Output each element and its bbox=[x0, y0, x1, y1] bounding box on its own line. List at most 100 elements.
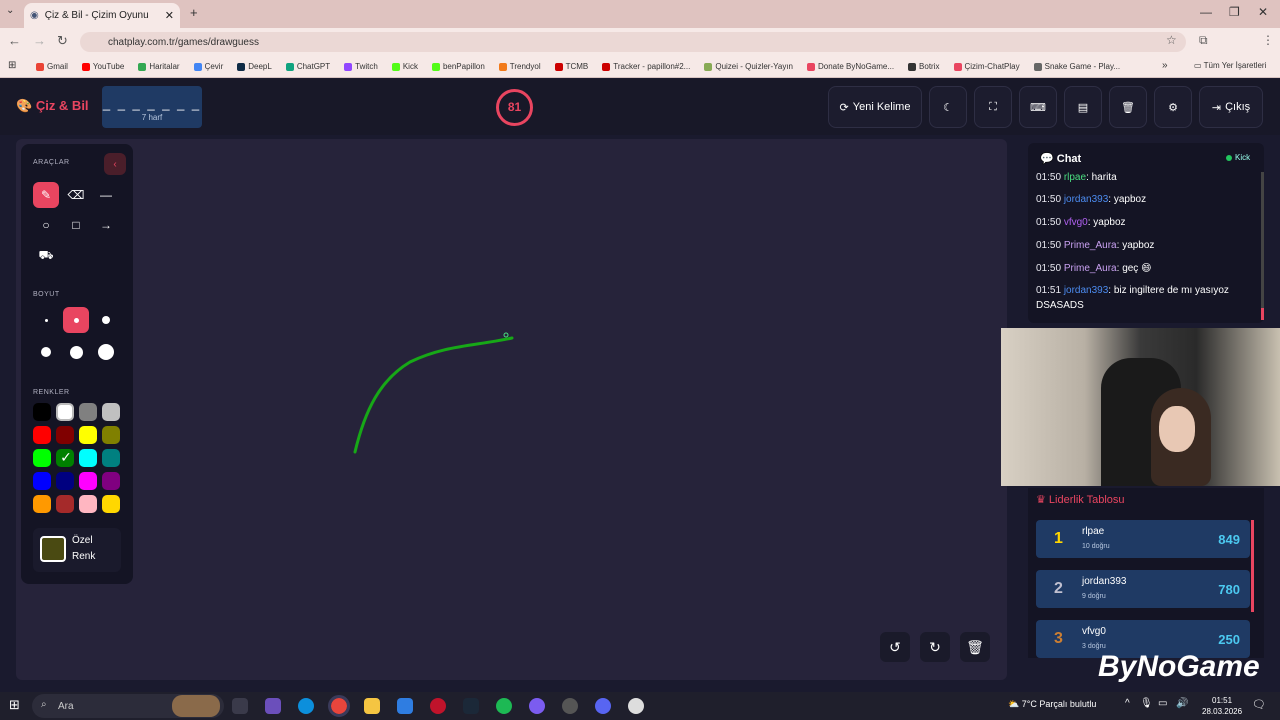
maximize-icon[interactable]: ❐ bbox=[1229, 5, 1240, 19]
microphone-icon[interactable]: 🎙 bbox=[1140, 698, 1153, 709]
task-view-icon[interactable] bbox=[232, 698, 248, 714]
opera-icon[interactable] bbox=[430, 698, 446, 714]
redo-button[interactable]: ↻ bbox=[920, 632, 950, 662]
close-window-icon[interactable]: ✕ bbox=[1258, 5, 1268, 19]
color-swatch[interactable] bbox=[33, 426, 51, 444]
custom-color-swatch bbox=[40, 536, 66, 562]
keyboard-button[interactable]: ⌨ bbox=[1019, 86, 1057, 128]
trash-icon: 🗑 bbox=[1121, 101, 1135, 114]
message-user[interactable]: vfvg0 bbox=[1064, 217, 1088, 228]
size-4[interactable] bbox=[33, 339, 59, 365]
custom-color-button[interactable]: Özel Renk bbox=[33, 528, 121, 572]
menu-icon[interactable]: ⋮ bbox=[1262, 33, 1274, 47]
color-swatch[interactable] bbox=[33, 449, 51, 467]
chrome-icon[interactable] bbox=[328, 695, 350, 717]
color-swatch[interactable] bbox=[33, 403, 51, 421]
fill-tool[interactable]: ⛟ bbox=[33, 243, 59, 269]
check-icon: ✓ bbox=[60, 449, 72, 465]
size-1[interactable] bbox=[33, 307, 59, 333]
line-tool[interactable]: — bbox=[93, 182, 119, 208]
color-swatch[interactable] bbox=[79, 449, 97, 467]
bookmark-star-icon[interactable]: ☆ bbox=[1166, 33, 1177, 47]
size-2[interactable] bbox=[63, 307, 89, 333]
chat-message: 01:50 Prime_Aura: geç 😄 bbox=[1036, 263, 1152, 274]
collapse-panel-button[interactable]: ‹ bbox=[104, 153, 126, 175]
edge-icon[interactable] bbox=[298, 698, 314, 714]
app-icon-gray[interactable] bbox=[562, 698, 578, 714]
color-swatch[interactable] bbox=[102, 403, 120, 421]
steam-icon[interactable] bbox=[463, 698, 479, 714]
clear-canvas-button[interactable]: 🗑 bbox=[960, 632, 990, 662]
app-icon-white[interactable] bbox=[628, 698, 644, 714]
pen-tool[interactable]: ✎ bbox=[33, 182, 59, 208]
eraser-tool[interactable]: ⌫ bbox=[63, 182, 89, 208]
minimize-icon[interactable]: — bbox=[1200, 5, 1212, 19]
size-6[interactable] bbox=[93, 339, 119, 365]
notification-icon[interactable]: 🗨 bbox=[1252, 698, 1266, 711]
message-user[interactable]: Prime_Aura bbox=[1064, 263, 1117, 274]
online-dot-icon bbox=[1226, 154, 1232, 161]
rank: 2 bbox=[1054, 580, 1063, 597]
tray-chevron-icon[interactable]: ^ bbox=[1125, 698, 1130, 709]
player-name: jordan393 bbox=[1082, 576, 1127, 587]
mail-icon[interactable] bbox=[397, 698, 413, 714]
bookmark-item[interactable]: Snake Game - Play... bbox=[1033, 62, 1120, 71]
message-text: yapboz bbox=[1122, 240, 1155, 251]
leaderboard-scrollbar[interactable] bbox=[1251, 520, 1254, 612]
color-swatch[interactable] bbox=[79, 426, 97, 444]
color-swatch[interactable] bbox=[33, 472, 51, 490]
chat-message: 01:50 rlpae: harita bbox=[1036, 172, 1117, 183]
size-3[interactable] bbox=[93, 307, 119, 333]
app-icon-purple[interactable] bbox=[529, 698, 545, 714]
weather-widget[interactable]: ⛅ 7°C Parçalı bulutlu bbox=[1008, 699, 1096, 710]
all-bookmarks-folder[interactable]: ▭ Tüm Yer İşaretleri bbox=[1194, 61, 1266, 70]
exit-button[interactable]: ⇥ Çıkış bbox=[1199, 86, 1263, 128]
message-user[interactable]: rlpae bbox=[1064, 172, 1086, 183]
color-swatch[interactable] bbox=[79, 495, 97, 513]
color-swatch[interactable] bbox=[102, 449, 120, 467]
message-user[interactable]: jordan393 bbox=[1064, 285, 1108, 296]
arrow-tool[interactable]: → bbox=[93, 212, 119, 238]
message-user[interactable]: Prime_Aura bbox=[1064, 240, 1117, 251]
more-bookmarks-icon[interactable]: » bbox=[1162, 60, 1168, 71]
color-swatch[interactable] bbox=[79, 403, 97, 421]
paint-bucket-icon: ⛟ bbox=[38, 248, 54, 262]
undo-button[interactable]: ↺ bbox=[880, 632, 910, 662]
message-user[interactable]: jordan393 bbox=[1064, 194, 1108, 205]
rectangle-tool[interactable]: □ bbox=[63, 212, 89, 238]
player-name: vfvg0 bbox=[1082, 626, 1106, 637]
leaderboard-row: 2 jordan393 9 doğru 780 bbox=[1036, 570, 1250, 608]
color-swatch[interactable] bbox=[79, 472, 97, 490]
spotify-icon[interactable] bbox=[496, 698, 512, 714]
size-5[interactable] bbox=[63, 339, 89, 365]
rank: 1 bbox=[1054, 530, 1063, 547]
settings-button[interactable]: ⚙ bbox=[1154, 86, 1192, 128]
chat-scrollbar[interactable] bbox=[1261, 172, 1264, 320]
copilot-icon[interactable] bbox=[265, 698, 281, 714]
speaker-icon[interactable]: 🔊 bbox=[1176, 698, 1188, 709]
color-swatch[interactable] bbox=[56, 495, 74, 513]
clear-button[interactable]: 🗑 bbox=[1109, 86, 1147, 128]
circle-tool[interactable]: ○ bbox=[33, 212, 59, 238]
color-swatch[interactable] bbox=[56, 403, 74, 421]
bynogame-watermark: ByNoGame bbox=[1098, 650, 1260, 683]
keyboard-icon: ⌨ bbox=[1030, 101, 1046, 114]
undo-icon: ↺ bbox=[889, 638, 901, 655]
file-explorer-icon[interactable] bbox=[364, 698, 380, 714]
color-swatch[interactable] bbox=[56, 426, 74, 444]
taskbar-search[interactable]: ⌕ Ara bbox=[32, 694, 224, 718]
color-swatch[interactable] bbox=[56, 472, 74, 490]
message-text: yapboz bbox=[1093, 217, 1126, 228]
line-icon: — bbox=[100, 188, 112, 202]
color-swatch[interactable] bbox=[102, 495, 120, 513]
extensions-icon[interactable]: ⧉ bbox=[1199, 33, 1208, 48]
network-icon[interactable]: ▭ bbox=[1158, 698, 1167, 709]
correct-count: 3 doğru bbox=[1082, 643, 1106, 650]
color-swatch[interactable] bbox=[102, 426, 120, 444]
color-swatch[interactable] bbox=[102, 472, 120, 490]
system-clock[interactable]: 01:51 28.03.2026 bbox=[1202, 695, 1242, 717]
color-swatch[interactable] bbox=[33, 495, 51, 513]
archive-button[interactable]: ▤ bbox=[1064, 86, 1102, 128]
windows-start-icon[interactable]: ⊞ bbox=[9, 697, 20, 713]
discord-icon[interactable] bbox=[595, 698, 611, 714]
